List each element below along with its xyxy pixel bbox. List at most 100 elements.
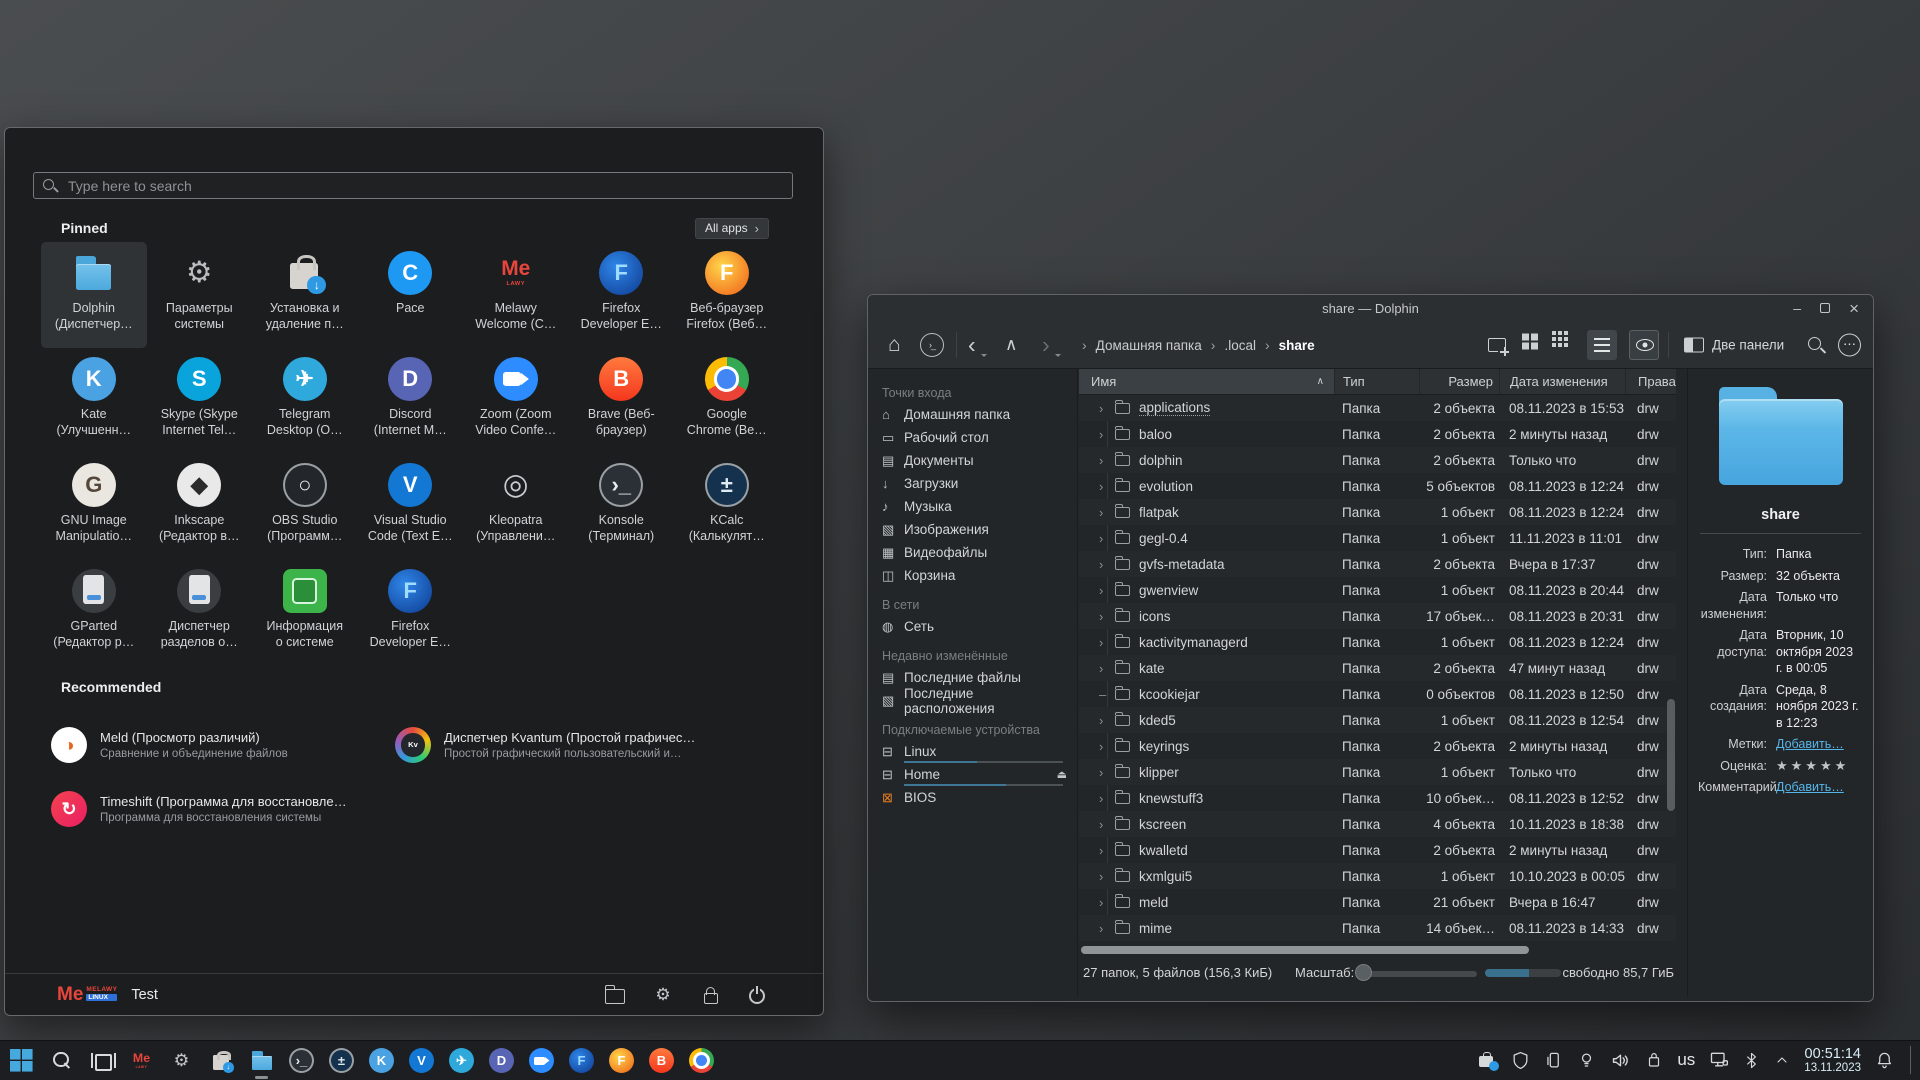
notifications-bell-icon[interactable] [1875, 1051, 1894, 1070]
zoom-slider-track[interactable] [1361, 971, 1477, 977]
app-tile[interactable]: D Discord(Internet M… [358, 348, 464, 454]
app-tile[interactable]: B Brave (Веб-браузер) [569, 348, 675, 454]
app-tile[interactable]: Диспетчерразделов о… [147, 560, 253, 666]
search-icon[interactable] [1806, 335, 1826, 355]
table-row[interactable]: › kxmlgui5 Папка 1 объект 10.10.2023 в 0… [1079, 863, 1676, 889]
expand-arrow-icon[interactable]: › [1099, 505, 1115, 520]
settings-button[interactable]: ⚙ [653, 985, 673, 1005]
places-item[interactable]: ▦ Видеофайлы [868, 541, 1077, 564]
expand-arrow-icon[interactable]: › [1099, 453, 1115, 468]
terminal-icon[interactable]: ›_ [920, 333, 944, 357]
details-view-icon[interactable] [1594, 338, 1610, 352]
back-dropdown-icon[interactable] [981, 354, 987, 360]
up-button[interactable]: ∧ [1005, 335, 1017, 355]
split-view-label[interactable]: Две панели [1712, 337, 1784, 352]
kdeconnect-icon[interactable] [1544, 1051, 1563, 1070]
taskbar-app-button[interactable] [526, 1045, 557, 1076]
home-icon[interactable]: ⌂ [888, 333, 901, 357]
column-header-permissions[interactable]: Права [1625, 369, 1676, 394]
app-tile[interactable]: Информацияо системе [252, 560, 358, 666]
zoom-slider-knob[interactable] [1355, 964, 1372, 981]
expand-arrow-icon[interactable]: › [1099, 609, 1115, 624]
expand-arrow-icon[interactable]: › [1099, 661, 1115, 676]
expand-arrow-icon[interactable]: › [1099, 843, 1115, 858]
back-button[interactable]: ‹ [968, 331, 976, 358]
app-tile[interactable]: ± KCalc(Калькулят… [674, 454, 780, 560]
expand-arrow-icon[interactable]: › [1099, 791, 1115, 806]
taskbar-app-button[interactable]: F [606, 1045, 637, 1076]
places-item[interactable]: ▭ Рабочий стол [868, 426, 1077, 449]
column-header-date[interactable]: Дата изменения [1499, 369, 1625, 394]
eject-icon[interactable]: ⏏ [1057, 768, 1067, 781]
taskbar-app-button[interactable]: ›_ [286, 1045, 317, 1076]
places-item[interactable]: ▤ Документы [868, 449, 1077, 472]
recommended-item[interactable]: Kv Диспетчер Kvantum (Простой графичес… … [387, 713, 717, 777]
table-row[interactable]: › kded5 Папка 1 объект 08.11.2023 в 12:5… [1079, 707, 1676, 733]
property-value[interactable]: Добавить… [1776, 736, 1863, 753]
icons-view-icon[interactable] [1522, 333, 1529, 340]
expand-arrow-icon[interactable]: › [1099, 557, 1115, 572]
expand-arrow-icon[interactable]: › [1099, 921, 1115, 936]
expand-arrow-icon[interactable]: › [1099, 401, 1115, 416]
app-tile[interactable]: ›_ Konsole(Терминал) [569, 454, 675, 560]
expand-arrow-icon[interactable]: › [1099, 479, 1115, 494]
expand-arrow-icon[interactable]: › [1099, 583, 1115, 598]
forward-dropdown-icon[interactable] [1055, 354, 1061, 360]
expand-arrow-icon[interactable]: › [1099, 635, 1115, 650]
compact-view-icon[interactable] [1552, 331, 1556, 335]
breadcrumb-home[interactable]: Домашняя папка [1096, 338, 1202, 353]
forward-button[interactable]: › [1042, 331, 1050, 358]
taskbar-app-button[interactable]: ↓ [206, 1045, 237, 1076]
table-row[interactable]: › gegl-0.4 Папка 1 объект 11.11.2023 в 1… [1079, 525, 1676, 551]
all-apps-button[interactable]: All apps › [695, 218, 769, 239]
taskbar-app-button[interactable]: D [486, 1045, 517, 1076]
taskbar-app-button[interactable]: F [566, 1045, 597, 1076]
places-item[interactable]: ⌂ Домашняя папка [868, 403, 1077, 426]
places-item[interactable]: ◫ Корзина [868, 564, 1077, 587]
table-row[interactable]: › evolution Папка 5 объектов 08.11.2023 … [1079, 473, 1676, 499]
expand-arrow-icon[interactable]: › [1099, 869, 1115, 884]
expand-arrow-icon[interactable]: › [1099, 739, 1115, 754]
lock-screen-button[interactable] [704, 993, 718, 1004]
file-manager-button[interactable] [605, 989, 625, 1004]
bluetooth-icon[interactable] [1743, 1052, 1760, 1069]
app-tile[interactable]: C Pace [358, 242, 464, 348]
column-header-type[interactable]: Тип [1334, 369, 1419, 394]
breadcrumb-current[interactable]: share [1279, 338, 1315, 353]
app-tile[interactable]: ◎ Kleopatra(Управлени… [463, 454, 569, 560]
places-item[interactable]: ⊠ BIOS [868, 786, 1077, 809]
app-tile[interactable]: ○ OBS Studio(Программ… [252, 454, 358, 560]
app-tile[interactable]: Dolphin(Диспетчер… [41, 242, 147, 348]
taskbar-app-button[interactable] [46, 1045, 77, 1076]
app-tile[interactable]: Zoom (ZoomVideo Confe… [463, 348, 569, 454]
table-row[interactable]: › knewstuff3 Папка 10 объек… 08.11.2023 … [1079, 785, 1676, 811]
table-row[interactable]: › meld Папка 21 объект Вчера в 16:47 drw [1079, 889, 1676, 915]
places-item[interactable]: ↓ Загрузки [868, 472, 1077, 495]
app-tile[interactable]: K Kate(Улучшенн… [41, 348, 147, 454]
taskbar-app-button[interactable]: Me LAWY [126, 1045, 157, 1076]
volume-icon[interactable] [1610, 1050, 1631, 1071]
taskbar-app-button[interactable] [86, 1045, 117, 1076]
app-tile[interactable]: ↓ Установка иудаление п… [252, 242, 358, 348]
new-folder-panel-icon[interactable] [1488, 338, 1506, 352]
lock-keys-icon[interactable] [1645, 1051, 1663, 1069]
app-tile[interactable]: ◆ Inkscape(Редактор в… [147, 454, 253, 560]
maximize-button[interactable] [1820, 303, 1830, 313]
places-item[interactable]: ▧ Изображения [868, 518, 1077, 541]
app-tile[interactable]: V Visual StudioCode (Text E… [358, 454, 464, 560]
app-tile[interactable]: Me LAWY MelawyWelcome (C… [463, 242, 569, 348]
taskbar-app-button[interactable] [6, 1045, 37, 1076]
places-item[interactable]: ▧ Последние расположения [868, 689, 1077, 712]
recommended-item[interactable]: ◑ Meld (Просмотр различий) Сравнение и о… [43, 713, 373, 777]
app-tile[interactable]: F FirefoxDeveloper E… [569, 242, 675, 348]
table-row[interactable]: › baloo Папка 2 объекта 2 минуты назад d… [1079, 421, 1676, 447]
hamburger-menu-icon[interactable]: ⋯ [1838, 333, 1861, 356]
property-value[interactable]: Добавить… [1776, 779, 1863, 796]
search-input[interactable] [66, 177, 784, 195]
recommended-item[interactable]: ↻ Timeshift (Программа для восстановле… … [43, 777, 373, 841]
peek-at-desktop[interactable] [1910, 1046, 1914, 1074]
expand-arrow-icon[interactable]: › [1099, 817, 1115, 832]
app-tile[interactable]: GoogleChrome (Be… [674, 348, 780, 454]
app-tile[interactable]: F FirefoxDeveloper E… [358, 560, 464, 666]
expand-arrow-icon[interactable]: – [1099, 687, 1115, 702]
